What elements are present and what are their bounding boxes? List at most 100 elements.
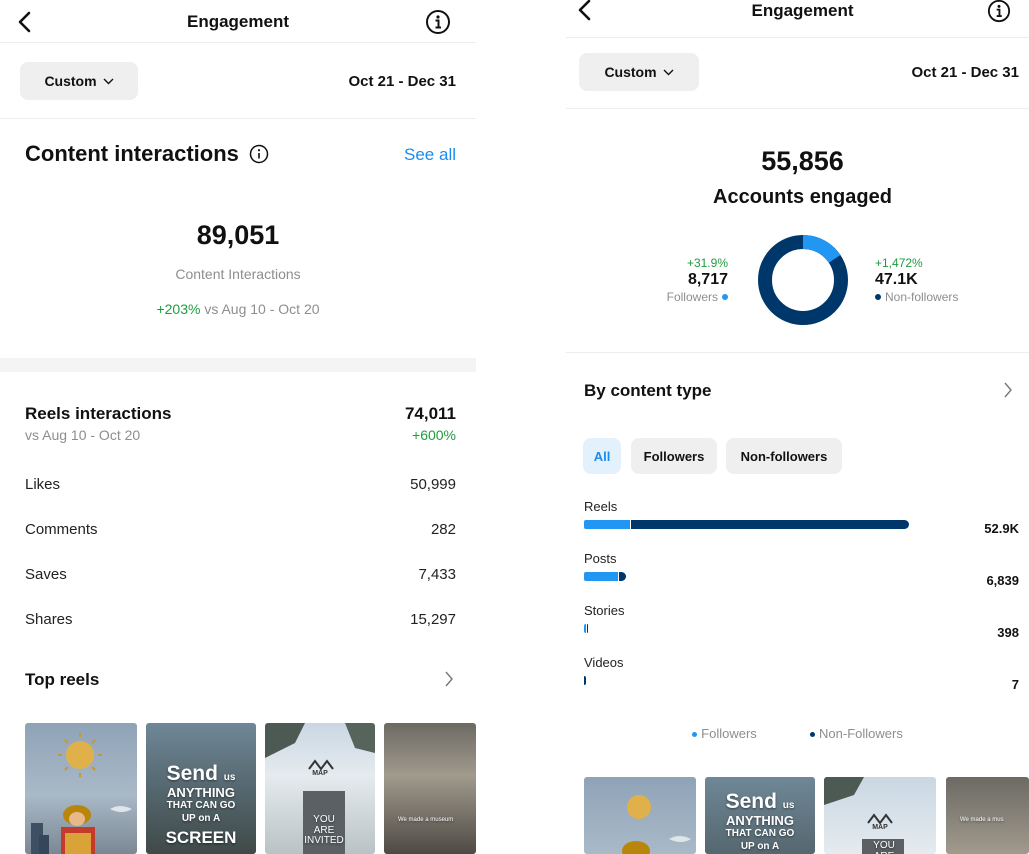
bar-segment-non-followers [586, 624, 587, 633]
tab-all[interactable]: All [583, 438, 621, 474]
thumbnail-logo: MAP [312, 770, 328, 777]
thumbnail-text: THAT CAN GO [725, 828, 795, 839]
divider [566, 108, 1029, 109]
engagement-panel-right: Engagement Custom Oct 21 - Dec 31 55,856… [566, 0, 1029, 854]
reel-thumbnail[interactable]: MAP YOU ARE INVITED [265, 723, 375, 854]
reel-thumbnail[interactable]: We made a mus [946, 777, 1029, 854]
followers-legend: Followers [667, 290, 728, 304]
reel-thumbnail[interactable]: Send us ANYTHING THAT CAN GO UP on A [705, 777, 815, 854]
thumbnail-caption: We made a museum [398, 817, 454, 823]
by-content-type-title: By content type [584, 381, 712, 400]
top-reels-title: Top reels [25, 670, 100, 689]
page-title: Engagement [751, 1, 854, 20]
reels-interactions-total: 74,011 [404, 404, 456, 423]
reels-interactions-title: Reels interactions [25, 404, 172, 423]
thumbnail-text: UP on A [740, 841, 780, 852]
metric-label-shares: Shares [25, 611, 73, 628]
bar-segment-followers [584, 520, 630, 529]
bar-segment-non-followers [584, 676, 586, 685]
by-content-type-arrow[interactable] [1003, 381, 1013, 404]
thumbnail-text: THAT CAN GO [166, 800, 236, 811]
bar-reels [584, 520, 909, 529]
bar-segment-non-followers [630, 520, 909, 529]
accounts-engaged-label: Accounts engaged [713, 186, 892, 208]
bar-value-reels: 52.9K [984, 521, 1019, 536]
legend-non-followers: Non-Followers [819, 726, 903, 741]
thumbnail-text: Send us [725, 790, 795, 813]
bar-label-videos: Videos [584, 655, 624, 670]
bar-value-stories: 398 [997, 625, 1019, 640]
thumbnail-logo: MAP [872, 824, 888, 831]
accounts-engaged-total: 55,856 [761, 146, 844, 176]
top-reels-arrow[interactable] [444, 670, 454, 693]
bar-value-posts: 6,839 [986, 573, 1019, 588]
thumbnail-text: UP on A [181, 813, 221, 824]
metric-label-likes: Likes [25, 476, 61, 493]
bar-segment-followers [584, 572, 618, 581]
content-interactions-title: Content interactions [25, 141, 239, 166]
followers-label: Followers [666, 290, 718, 304]
divider [566, 352, 1029, 353]
bar-stories [584, 624, 587, 633]
metric-value-shares: 15,297 [410, 611, 456, 628]
engagement-panel-left: Engagement Custom Oct 21 - Dec 31 Conten… [0, 0, 476, 854]
compare-period: vs Aug 10 - Oct 20 [204, 301, 320, 317]
thumbnail-text: ANYTHING [726, 813, 794, 828]
bar-label-reels: Reels [584, 499, 618, 514]
date-range-dropdown[interactable]: Custom [20, 62, 138, 100]
dropdown-label: Custom [604, 64, 657, 80]
non-followers-legend: Non-followers [875, 290, 958, 304]
info-icon[interactable] [249, 144, 269, 164]
followers-dot [722, 294, 728, 300]
reels-compare-period: vs Aug 10 - Oct 20 [25, 427, 141, 443]
metric-value-comments: 282 [430, 521, 456, 538]
thumbnail-text: Send us [166, 762, 236, 785]
reel-thumbnail[interactable]: Send us ANYTHING THAT CAN GO UP on A SCR… [146, 723, 256, 854]
metric-label-comments: Comments [25, 521, 98, 538]
followers-dot [692, 732, 698, 738]
reel-thumbnail[interactable]: We made a museum [384, 723, 476, 854]
thumbnail-sign-text: YOU ARE [873, 840, 895, 854]
tab-followers[interactable]: Followers [631, 438, 717, 474]
divider [566, 37, 1029, 38]
reel-thumbnail[interactable]: MAP YOU ARE [824, 777, 936, 854]
reel-thumbnail-art [31, 733, 132, 854]
chevron-right-icon [445, 671, 453, 687]
comparison-text: +203% vs Aug 10 - Oct 20 [0, 301, 476, 317]
metric-value-saves: 7,433 [418, 566, 456, 583]
bar-posts [584, 572, 626, 581]
see-all-link[interactable]: See all [404, 145, 456, 165]
section-title: Content interactions [25, 141, 269, 167]
bar-segment-non-followers [618, 572, 626, 581]
bar-videos [584, 676, 587, 685]
date-range-dropdown[interactable]: Custom [579, 53, 699, 91]
thumbnail-caption: We made a mus [960, 817, 1004, 823]
metric-value-likes: 50,999 [410, 476, 456, 493]
info-button[interactable] [987, 0, 1011, 23]
divider [0, 118, 476, 119]
legend-followers: Followers [701, 726, 757, 741]
reels-change-percent: +600% [412, 427, 456, 443]
reel-thumbnail[interactable] [25, 723, 137, 854]
chevron-right-icon [1004, 382, 1012, 398]
non-followers-dot [810, 732, 816, 738]
bar-segment-followers [584, 624, 586, 633]
non-followers-value: 47.1K [875, 271, 918, 288]
metric-label-saves: Saves [25, 566, 67, 583]
bar-legend: Followers Non-Followers [566, 726, 1029, 741]
tab-non-followers[interactable]: Non-followers [726, 438, 842, 474]
chevron-down-icon [663, 69, 674, 75]
date-range-text: Oct 21 - Dec 31 [911, 64, 1019, 81]
thumbnail-sign-text: YOU ARE INVITED [304, 814, 344, 846]
section-divider [0, 358, 476, 372]
info-icon [987, 0, 1011, 23]
followers-change: +31.9% [686, 256, 728, 270]
thumbnail-text: ANYTHING [167, 785, 235, 800]
followers-value: 8,717 [687, 271, 728, 288]
change-percent: +203% [156, 301, 201, 317]
accounts-donut-chart [758, 235, 848, 325]
content-interactions-label: Content Interactions [175, 266, 301, 282]
thumbnail-text: SCREEN [165, 828, 237, 847]
info-button[interactable] [425, 9, 451, 35]
reel-thumbnail[interactable] [584, 777, 696, 854]
